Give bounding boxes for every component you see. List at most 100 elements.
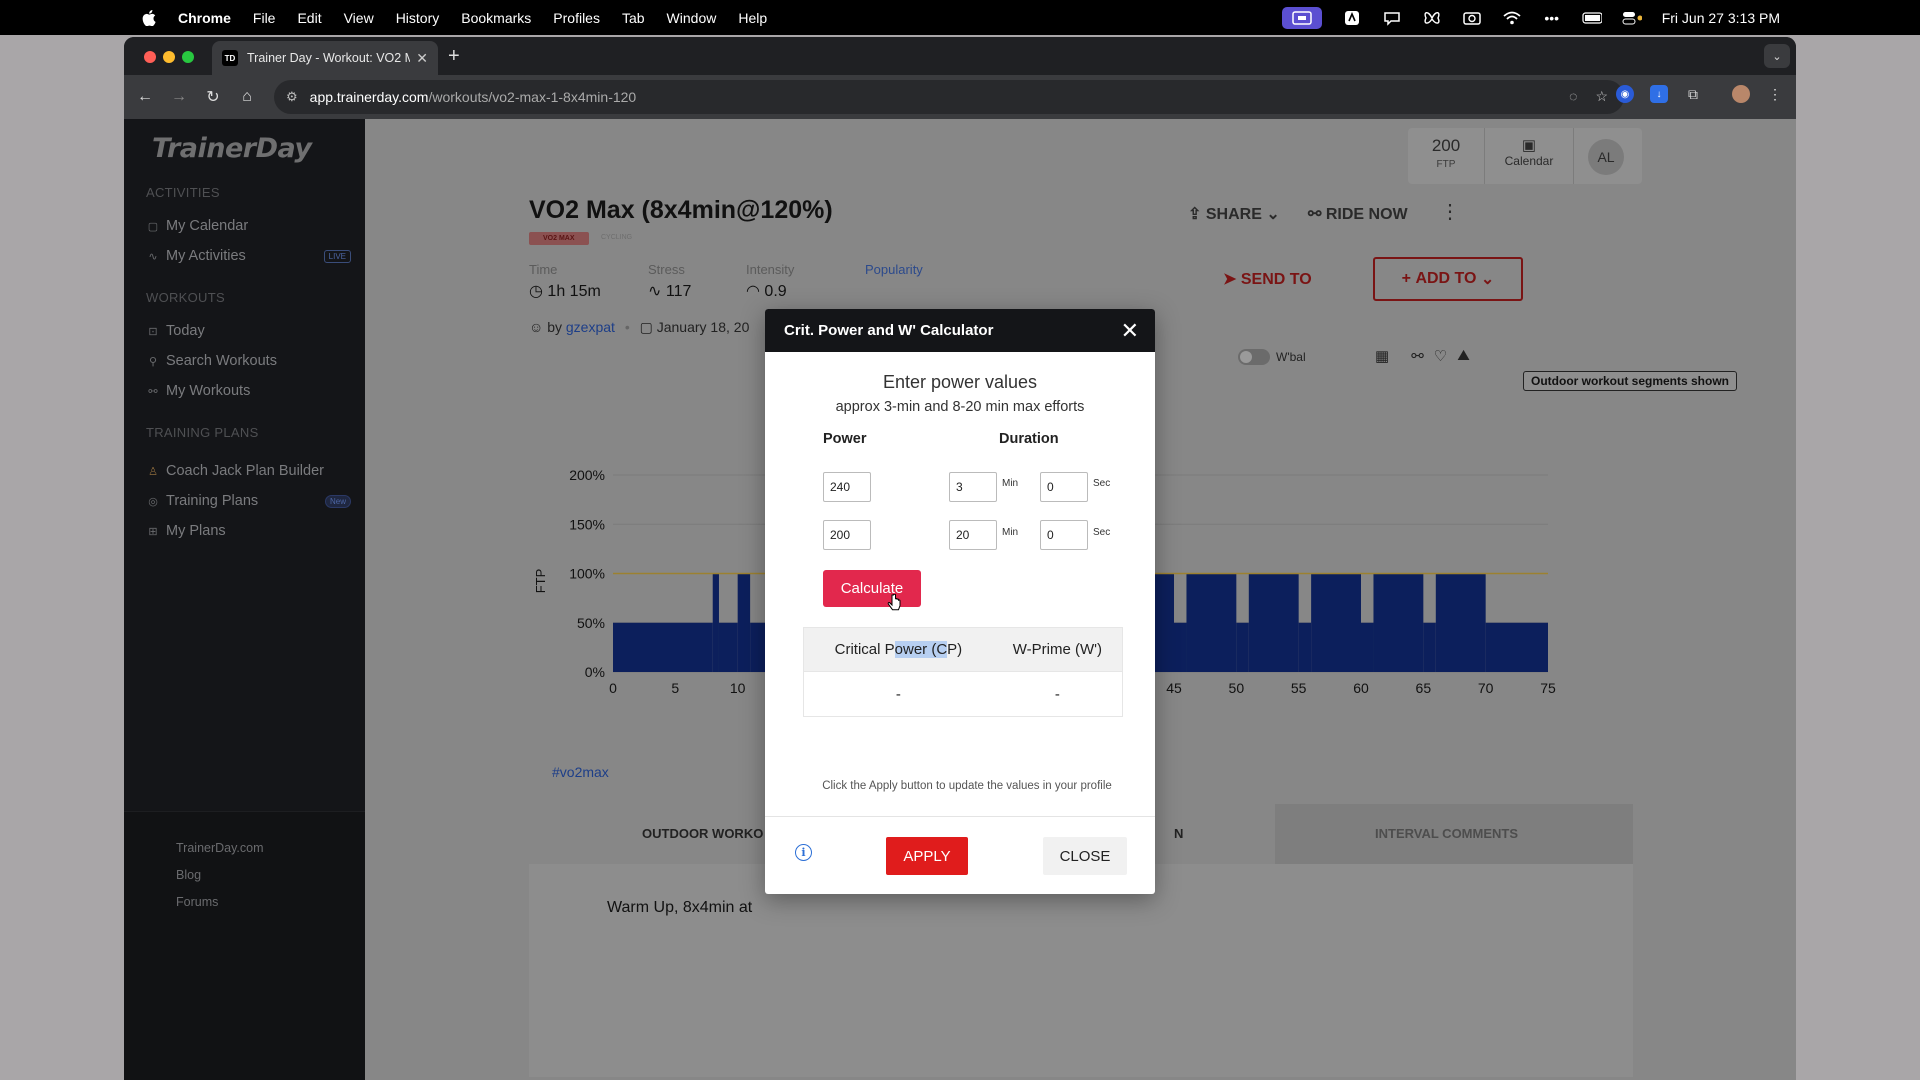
trainerday-favicon-icon: TD bbox=[222, 50, 238, 66]
apply-button[interactable]: APPLY bbox=[886, 837, 968, 875]
power-input-1[interactable] bbox=[823, 472, 871, 502]
new-tab-icon[interactable]: + bbox=[448, 45, 460, 68]
chat-icon[interactable] bbox=[1382, 10, 1402, 26]
sidebar-item-my-activities[interactable]: ∿ My Activities LIVE bbox=[146, 248, 351, 264]
menu-profiles[interactable]: Profiles bbox=[553, 10, 600, 26]
time-label: Time bbox=[529, 262, 558, 277]
seconds-input-1[interactable] bbox=[1040, 472, 1088, 502]
tab-fragment[interactable]: N bbox=[1174, 826, 1183, 841]
home-icon[interactable]: ⌂ bbox=[234, 88, 260, 106]
add-to-button[interactable]: + ADD TO ⌄ bbox=[1373, 257, 1523, 301]
window-minimize-button[interactable] bbox=[163, 51, 175, 63]
apple-icon[interactable] bbox=[142, 9, 158, 26]
calculate-button[interactable]: Calculate bbox=[823, 570, 921, 607]
window-zoom-button[interactable] bbox=[182, 51, 194, 63]
close-button[interactable]: CLOSE bbox=[1043, 837, 1127, 875]
ride-now-button[interactable]: ⚯ RIDE NOW bbox=[1308, 204, 1408, 224]
power-input-2[interactable] bbox=[823, 520, 871, 550]
wprime-header: W-Prime (W') bbox=[1012, 641, 1103, 658]
sidebar: TrainerDay ACTIVITIES ▢ My Calendar ∿ My… bbox=[124, 119, 365, 1080]
sidebar-item-coach-jack[interactable]: ♙ Coach Jack Plan Builder bbox=[146, 463, 351, 479]
eye-slash-icon[interactable]: ◌ bbox=[1569, 88, 1577, 105]
menu-history[interactable]: History bbox=[396, 10, 440, 26]
menu-app-name[interactable]: Chrome bbox=[178, 10, 231, 26]
site-settings-icon[interactable]: ⚙ bbox=[286, 89, 298, 105]
window-close-button[interactable] bbox=[144, 51, 156, 63]
profile-avatar-icon[interactable] bbox=[1732, 85, 1750, 103]
sidebar-item-my-workouts[interactable]: ⚯ My Workouts bbox=[146, 383, 351, 399]
search-icon: ⚲ bbox=[148, 355, 158, 368]
battery-icon[interactable] bbox=[1582, 10, 1602, 26]
reload-icon[interactable]: ↻ bbox=[200, 87, 226, 107]
menu-edit[interactable]: Edit bbox=[297, 10, 321, 26]
ftp-display[interactable]: 200 FTP bbox=[1408, 128, 1484, 184]
author-link[interactable]: gzexpat bbox=[566, 319, 615, 335]
tab-search-icon[interactable]: ⌄ bbox=[1764, 44, 1790, 68]
download-extension-icon[interactable]: ↓ bbox=[1650, 85, 1668, 103]
sidebar-item-my-calendar[interactable]: ▢ My Calendar bbox=[146, 218, 351, 234]
menu-tab[interactable]: Tab bbox=[622, 10, 645, 26]
more-icon[interactable]: ••• bbox=[1542, 10, 1562, 26]
tab-interval-comments[interactable]: INTERVAL COMMENTS bbox=[1375, 826, 1518, 841]
today-icon: ⊡ bbox=[148, 325, 158, 338]
sidebar-item-label: Today bbox=[166, 323, 205, 339]
bike-icon: ⚯ bbox=[1308, 206, 1322, 223]
seconds-input-2[interactable] bbox=[1040, 520, 1088, 550]
coach-jack-avatar-icon: ♙ bbox=[148, 465, 158, 478]
header-widgets: 200 FTP ▣ Calendar AL bbox=[1408, 128, 1642, 184]
browser-menu-icon[interactable]: ⋮ bbox=[1766, 85, 1784, 103]
min-unit-label: Min bbox=[1002, 527, 1019, 538]
footer-link-forums[interactable]: Forums bbox=[176, 895, 218, 909]
stage-manager-icon[interactable] bbox=[1342, 10, 1362, 26]
tab-close-icon[interactable]: ✕ bbox=[416, 50, 428, 67]
sidebar-item-search-workouts[interactable]: ⚲ Search Workouts bbox=[146, 353, 351, 369]
popularity-tab[interactable]: Popularity bbox=[865, 262, 923, 277]
footer-link-trainerday[interactable]: TrainerDay.com bbox=[176, 841, 264, 855]
minutes-input-1[interactable] bbox=[949, 472, 997, 502]
chart-segment bbox=[718, 622, 738, 672]
browser-tab[interactable]: TD Trainer Day - Workout: VO2 M ✕ bbox=[212, 41, 438, 75]
butterfly-icon[interactable] bbox=[1422, 10, 1442, 26]
menu-window[interactable]: Window bbox=[667, 10, 717, 26]
wifi-icon[interactable] bbox=[1502, 10, 1522, 26]
sidebar-item-label: My Workouts bbox=[166, 383, 251, 399]
share-button[interactable]: ⇪ SHARE ⌄ bbox=[1188, 204, 1280, 224]
bookmark-star-icon[interactable]: ☆ bbox=[1595, 88, 1608, 105]
modal-close-icon[interactable]: ✕ bbox=[1121, 318, 1139, 344]
camera-icon[interactable] bbox=[1462, 10, 1482, 26]
calendar-button[interactable]: ▣ Calendar bbox=[1484, 128, 1574, 184]
menu-bookmarks[interactable]: Bookmarks bbox=[461, 10, 531, 26]
back-icon[interactable]: ← bbox=[132, 88, 158, 106]
chart-segment bbox=[613, 622, 713, 672]
menu-help[interactable]: Help bbox=[738, 10, 767, 26]
clock[interactable]: Fri Jun 27 3:13 PM bbox=[1662, 10, 1780, 26]
address-bar[interactable]: ⚙ app.trainerday.com/workouts/vo2-max-1-… bbox=[274, 80, 1624, 114]
sidebar-item-label: My Activities bbox=[166, 248, 246, 264]
user-avatar[interactable]: AL bbox=[1588, 139, 1624, 175]
date-calendar-icon: ▢ bbox=[639, 319, 653, 335]
control-center-icon[interactable] bbox=[1622, 10, 1642, 26]
calendar-add-icon: ▣ bbox=[1521, 137, 1537, 154]
tab-outdoor-workout[interactable]: OUTDOOR WORKO bbox=[642, 826, 763, 841]
extensions-puzzle-icon[interactable]: ⧉ bbox=[1684, 85, 1702, 103]
status-area: ••• Fri Jun 27 3:13 PM bbox=[1281, 0, 1920, 35]
sidebar-item-today[interactable]: ⊡ Today bbox=[146, 323, 351, 339]
menu-file[interactable]: File bbox=[253, 10, 276, 26]
sidebar-item-my-plans[interactable]: ⊞ My Plans bbox=[146, 523, 351, 539]
minutes-input-2[interactable] bbox=[949, 520, 997, 550]
send-to-button[interactable]: ➤ SEND TO bbox=[1223, 269, 1312, 289]
y-tick-label: 150% bbox=[569, 516, 605, 532]
menu-view[interactable]: View bbox=[344, 10, 374, 26]
intensity-label: Intensity bbox=[746, 262, 795, 277]
more-options-icon[interactable]: ⋮ bbox=[1440, 199, 1460, 224]
sidebar-item-training-plans[interactable]: ◎ Training Plans New bbox=[146, 493, 351, 509]
password-manager-icon[interactable]: ◉ bbox=[1616, 85, 1634, 103]
screen-share-icon[interactable] bbox=[1281, 6, 1322, 29]
trainerday-logo[interactable]: TrainerDay bbox=[152, 133, 312, 164]
info-icon[interactable]: i bbox=[795, 844, 812, 861]
workout-author: ☺ by gzexpat • ▢ January 18, 20 bbox=[529, 319, 750, 335]
footer-link-blog[interactable]: Blog bbox=[176, 868, 201, 882]
forward-icon[interactable]: → bbox=[166, 88, 192, 106]
ftp-label: FTP bbox=[1436, 159, 1456, 170]
hashtag-link[interactable]: #vo2max bbox=[552, 764, 609, 780]
